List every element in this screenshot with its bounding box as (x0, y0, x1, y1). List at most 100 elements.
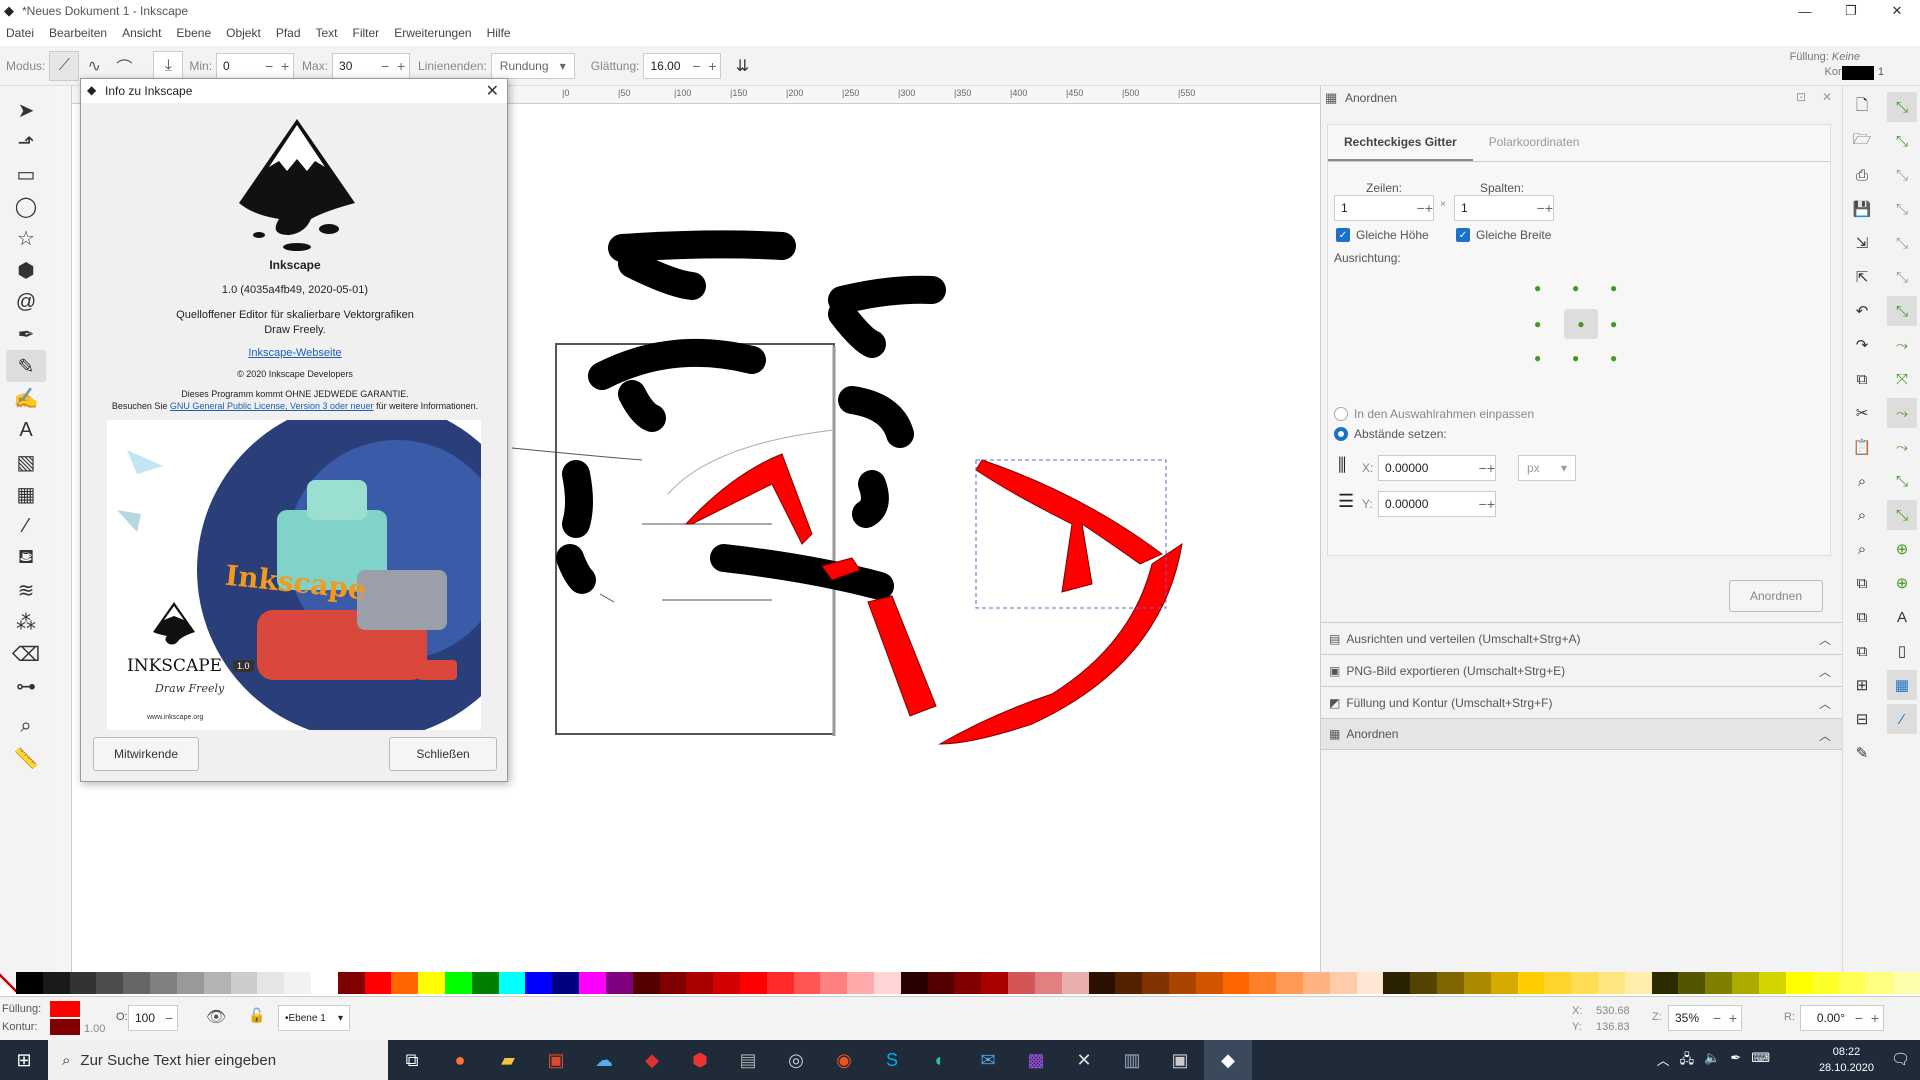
thin-stroke-1[interactable] (511, 447, 643, 461)
node-tool-icon[interactable]: ⬏ (6, 126, 46, 158)
palette-swatch[interactable] (713, 972, 740, 994)
layer-lock-icon[interactable]: 🔓 (248, 1007, 265, 1024)
ungroup-icon[interactable]: ⊟ (1847, 704, 1877, 734)
palette-swatch[interactable] (766, 972, 794, 994)
gleiche-breite-checkbox[interactable]: ✓ Gleiche Breite (1456, 228, 1551, 242)
measure-tool-icon[interactable]: 📏 (6, 742, 46, 774)
clone-icon[interactable]: ⧉ (1847, 602, 1877, 632)
export-icon[interactable]: ⇱ (1847, 262, 1877, 292)
palette-swatch[interactable] (686, 972, 714, 994)
palette-swatch[interactable] (284, 972, 311, 994)
radio-set-spacing[interactable]: Abstände setzen: (1334, 427, 1447, 441)
tab-rechteckiges-gitter[interactable]: Rechteckiges Gitter (1328, 125, 1473, 161)
palette-swatch[interactable] (900, 972, 928, 994)
snap-center-icon[interactable]: ⊕ (1887, 534, 1917, 564)
black-stroke-9[interactable] (852, 470, 889, 528)
dock-png-export[interactable]: ▣ PNG-Bild exportieren (Umschalt+Strg+E) ︿ (1321, 654, 1843, 686)
live-icon[interactable]: ▤ (724, 1040, 772, 1080)
align-center-icon[interactable]: ● (1564, 309, 1598, 339)
snap-grid-icon[interactable]: ▦ (1887, 670, 1917, 700)
snap-toggle-icon[interactable]: ⤡ (1887, 92, 1917, 122)
palette-swatch[interactable] (445, 972, 472, 994)
cut-icon[interactable]: ✂ (1847, 398, 1877, 428)
app-cube-icon[interactable]: ⬢ (676, 1040, 724, 1080)
close-window-button[interactable]: ✕ (1874, 0, 1920, 22)
snap-cusp-icon[interactable]: ⤳ (1887, 398, 1917, 428)
app-cloud-icon[interactable]: ☁ (580, 1040, 628, 1080)
zoom-tool-icon[interactable]: ⌕ (6, 710, 46, 742)
palette-swatch[interactable] (391, 972, 419, 994)
new-doc-icon[interactable]: 🗋 (1847, 92, 1877, 122)
undo-icon[interactable]: ↶ (1847, 296, 1877, 326)
task-view-icon[interactable]: ⧉ (388, 1040, 436, 1080)
zoom-spinbox[interactable]: 35% − + (1668, 1005, 1742, 1031)
layer-visibility-icon[interactable]: 👁 (206, 1007, 226, 1027)
glaettung-minus-icon[interactable]: − (688, 58, 704, 74)
black-strokes[interactable] (556, 230, 946, 600)
palette-swatch[interactable] (1115, 972, 1143, 994)
palette-swatch[interactable] (1249, 972, 1277, 994)
firefox-icon[interactable]: ● (436, 1040, 484, 1080)
palette-swatch[interactable] (1329, 972, 1357, 994)
max-plus-icon[interactable]: + (393, 58, 409, 74)
menu-pfad[interactable]: Pfad (276, 26, 301, 40)
detach-icon[interactable]: ⊡ (1796, 90, 1806, 104)
gleiche-hoehe-checkbox[interactable]: ✓ Gleiche Höhe (1336, 228, 1429, 242)
palette-swatch[interactable] (1758, 972, 1786, 994)
snap-bbox-mid-icon[interactable]: ⤡ (1887, 228, 1917, 258)
minimize-button[interactable]: — (1782, 0, 1828, 22)
palette-swatch[interactable] (498, 972, 526, 994)
zeilen-plus-icon[interactable]: + (1425, 200, 1433, 216)
palette-swatch[interactable] (1088, 972, 1116, 994)
palette-swatch[interactable] (69, 972, 97, 994)
palette-swatch[interactable] (579, 972, 606, 994)
spalten-minus-icon[interactable]: − (1537, 200, 1545, 216)
glaettung-plus-icon[interactable]: + (704, 58, 720, 74)
dock-arrange[interactable]: ▦ Anordnen ︿ (1321, 718, 1843, 750)
menu-ebene[interactable]: Ebene (176, 26, 211, 40)
palette-swatch[interactable] (981, 972, 1009, 994)
tray-chevron-icon[interactable]: ︿ (1657, 1050, 1670, 1072)
black-stroke-7[interactable] (838, 386, 914, 448)
snap-page-icon[interactable]: ▯ (1887, 636, 1917, 666)
anordnen-apply-button[interactable]: Anordnen (1729, 580, 1823, 612)
palette-swatch[interactable] (1812, 972, 1840, 994)
rotation-minus-icon[interactable]: − (1851, 1010, 1867, 1026)
palette-swatch[interactable] (1705, 972, 1732, 994)
min-minus-icon[interactable]: − (261, 58, 277, 74)
palette-swatch[interactable] (1651, 972, 1679, 994)
gradient-tool-icon[interactable]: ▧ (6, 446, 46, 478)
inkscape-taskbar-icon[interactable]: ◆ (1204, 1040, 1252, 1080)
black-stroke-10[interactable] (556, 544, 596, 594)
unit-dropdown[interactable]: px ▾ (1518, 455, 1576, 481)
palette-swatch[interactable] (605, 972, 633, 994)
min-spinbox[interactable]: 0 − + (216, 52, 295, 79)
palette-swatch[interactable] (1276, 972, 1303, 994)
palette-swatch[interactable] (1571, 972, 1598, 994)
close-button[interactable]: Schließen (389, 737, 497, 771)
voicemeeter-icon[interactable]: ▣ (532, 1040, 580, 1080)
palette-swatch[interactable] (1437, 972, 1464, 994)
spray-tool-icon[interactable]: ⁂ (6, 606, 46, 638)
snap-midpoint-icon[interactable]: ⤡ (1887, 466, 1917, 496)
redo-icon[interactable]: ↷ (1847, 330, 1877, 360)
menu-ansicht[interactable]: Ansicht (122, 26, 161, 40)
palette-swatch[interactable] (1383, 972, 1411, 994)
palette-swatch[interactable] (739, 972, 767, 994)
palette-swatch[interactable] (1785, 972, 1813, 994)
palette-swatch[interactable] (176, 972, 204, 994)
notification-icon[interactable]: 🗨 (1891, 1050, 1910, 1068)
opacity-minus-icon[interactable]: − (161, 1010, 177, 1026)
palette-swatch[interactable] (1222, 972, 1250, 994)
selector-tool-icon[interactable]: ➤ (6, 94, 46, 126)
palette-swatch[interactable] (820, 972, 848, 994)
align-bottomleft-icon[interactable]: ● (1534, 351, 1541, 365)
y-plus-icon[interactable]: + (1487, 496, 1495, 512)
black-stroke-8[interactable] (562, 460, 593, 538)
palette-swatch[interactable] (1195, 972, 1223, 994)
zoom-selection-icon[interactable]: ⌕ (1847, 466, 1877, 496)
snap-bbox-corner-icon[interactable]: ⤡ (1887, 194, 1917, 224)
rotation-plus-icon[interactable]: + (1867, 1010, 1883, 1026)
license-link[interactable]: GNU General Public License, Version 3 od… (170, 401, 374, 411)
linienenden-dropdown[interactable]: Rundung ▾ (490, 52, 575, 79)
